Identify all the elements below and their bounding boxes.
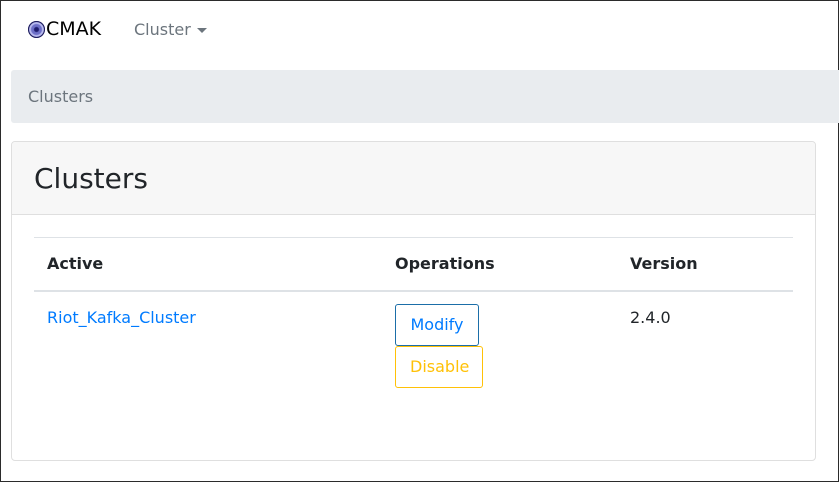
clusters-table: Active Operations Version Riot_Kafka_Clu… [34,237,793,388]
operations-cell: Modify Disable [382,291,617,388]
cluster-name-cell: Riot_Kafka_Cluster [34,291,382,388]
clusters-card: Clusters Active Operations Version Riot_… [11,141,816,461]
column-header-operations: Operations [382,237,617,292]
column-header-active: Active [34,237,382,292]
disable-button[interactable]: Disable [395,345,483,388]
cmak-logo-icon [28,20,45,38]
cluster-dropdown-label: Cluster [134,20,191,39]
table-row: Riot_Kafka_Cluster Modify Disable 2.4.0 [34,291,793,388]
breadcrumb: Clusters [11,70,839,123]
page-title: Clusters [34,161,148,195]
breadcrumb-item-clusters: Clusters [28,87,94,106]
table-header-row: Active Operations Version [34,237,793,292]
brand-label: CMAK [46,18,102,40]
column-header-version: Version [617,237,793,292]
caret-down-icon [196,28,207,33]
brand-link[interactable]: CMAK [28,18,101,40]
cluster-dropdown[interactable]: Cluster [134,20,207,39]
version-cell: 2.4.0 [630,307,671,327]
modify-button[interactable]: Modify [395,303,479,346]
top-navbar: CMAK Cluster [1,1,838,59]
cluster-link[interactable]: Riot_Kafka_Cluster [47,308,196,327]
card-header: Clusters [12,142,815,215]
